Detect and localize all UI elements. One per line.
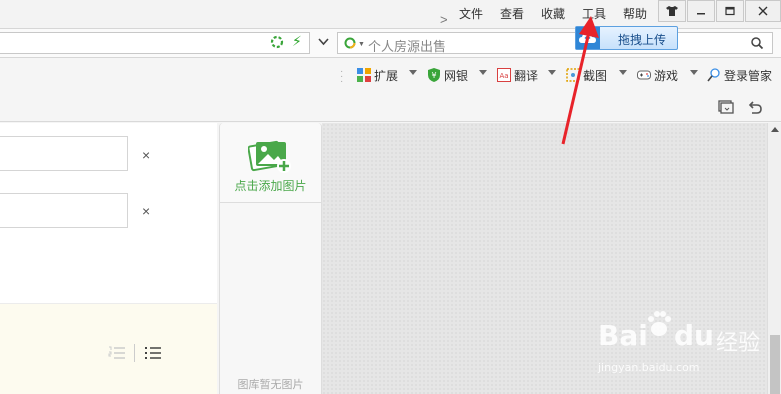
- games-caret-icon[interactable]: [690, 70, 698, 75]
- toolbar-games[interactable]: 游戏: [637, 66, 678, 84]
- search-box[interactable]: ▼ 个人房源出售: [337, 32, 773, 54]
- bank-caret-icon[interactable]: [479, 70, 487, 75]
- game-icon: [637, 70, 651, 80]
- menu-help[interactable]: 帮助: [623, 5, 647, 22]
- toolbar-translate-label: 翻译: [514, 68, 539, 83]
- clear-field-1-icon[interactable]: ×: [142, 147, 150, 163]
- page-canvas: Bai du 经验 jingyan.baidu.com: [322, 123, 767, 394]
- watermark-cn: 经验: [716, 331, 761, 356]
- screenshot-icon: [566, 68, 580, 82]
- form-panel: × ×: [0, 123, 217, 394]
- search-placeholder: 个人房源出售: [368, 39, 447, 54]
- toolbar-login-manager[interactable]: 登录管家: [707, 66, 772, 84]
- search-icon[interactable]: [750, 36, 764, 50]
- toolbar-screenshot[interactable]: 截图: [566, 66, 607, 84]
- toolbar-extensions-label: 扩展: [374, 68, 399, 83]
- bank-shield-icon: ¥: [428, 68, 440, 82]
- toolbar-translate[interactable]: Aa 翻译: [497, 66, 538, 84]
- skin-icon: [666, 6, 678, 16]
- svg-text:Aa: Aa: [499, 72, 508, 80]
- toolbar-bank-label: 网银: [444, 68, 469, 83]
- toolbar-screenshot-label: 截图: [583, 68, 608, 83]
- toolbar-separator: [134, 344, 135, 362]
- maximize-button[interactable]: [716, 0, 744, 22]
- watermark-url: jingyan.baidu.com: [598, 361, 700, 374]
- svg-text:¥: ¥: [431, 71, 436, 80]
- minimize-button[interactable]: [687, 0, 715, 22]
- editor-area[interactable]: [0, 303, 217, 394]
- extensions-icon: [357, 68, 371, 82]
- maximize-icon: [725, 6, 735, 16]
- skin-button[interactable]: [658, 0, 686, 22]
- translate-caret-icon[interactable]: [548, 70, 556, 75]
- screenshot-caret-icon[interactable]: [619, 70, 627, 75]
- translate-icon: Aa: [497, 68, 511, 82]
- toolbar-bank[interactable]: ¥ 网银: [427, 66, 468, 84]
- paw-icon: [648, 311, 671, 336]
- toolbar-login-manager-label: 登录管家: [724, 68, 773, 83]
- cloud-upload-icon: [576, 27, 600, 49]
- text-field-2[interactable]: [0, 193, 128, 228]
- url-input[interactable]: [0, 32, 310, 54]
- add-image-button[interactable]: 点击添加图片: [220, 123, 321, 203]
- numbered-list-icon[interactable]: [108, 345, 126, 361]
- baidu-watermark: Bai du 经验 jingyan.baidu.com: [598, 303, 768, 393]
- toolbar-games-label: 游戏: [654, 68, 679, 83]
- toolbar-extensions[interactable]: 扩展: [357, 66, 398, 84]
- minimize-icon: [697, 13, 705, 15]
- extensions-caret-icon[interactable]: [409, 70, 417, 75]
- bullet-list-icon[interactable]: [144, 345, 162, 361]
- engine-caret-icon[interactable]: ▼: [358, 41, 365, 48]
- menu-view[interactable]: 查看: [500, 5, 524, 22]
- main-content: × × 点击添加图片 图库暂无图片 Bai du 经验 jingyan.baid…: [0, 123, 781, 394]
- menu-file[interactable]: 文件: [459, 5, 483, 22]
- add-image-icon: [248, 140, 291, 173]
- add-image-label: 点击添加图片: [234, 179, 307, 193]
- undo-icon[interactable]: [747, 99, 763, 115]
- drag-upload-tip[interactable]: 拖拽上传: [575, 26, 678, 50]
- drag-upload-label: 拖拽上传: [618, 33, 667, 47]
- lightning-mode-icon[interactable]: ⚡: [292, 33, 302, 50]
- close-button[interactable]: [745, 0, 781, 22]
- toolbar-grip[interactable]: · · ·: [340, 67, 343, 87]
- scroll-thumb[interactable]: [770, 335, 780, 394]
- menu-tools[interactable]: 工具: [582, 5, 606, 22]
- search-engine-icon[interactable]: [344, 37, 357, 50]
- watermark-brand: Bai: [598, 319, 648, 352]
- text-field-1[interactable]: [0, 136, 128, 171]
- image-gallery: 点击添加图片 图库暂无图片: [219, 123, 322, 394]
- menu-favorites[interactable]: 收藏: [541, 5, 565, 22]
- vertical-scrollbar[interactable]: [767, 123, 781, 394]
- clear-field-2-icon[interactable]: ×: [142, 203, 150, 219]
- extensions-toolbar: · · · 扩展 ¥ 网银 Aa 翻译 截图 游戏 登录管家: [0, 58, 781, 122]
- gallery-empty-label: 图库暂无图片: [237, 379, 304, 391]
- reload-icon[interactable]: [270, 35, 284, 49]
- title-bar: > 文件 查看 收藏 工具 帮助: [0, 0, 781, 28]
- watermark-brand2: du: [674, 319, 714, 352]
- login-manager-icon: [707, 68, 720, 82]
- close-icon: [758, 6, 768, 16]
- tab-list-icon[interactable]: [718, 100, 734, 114]
- chevron-down-icon[interactable]: [318, 38, 329, 46]
- scroll-up-icon[interactable]: [771, 127, 779, 132]
